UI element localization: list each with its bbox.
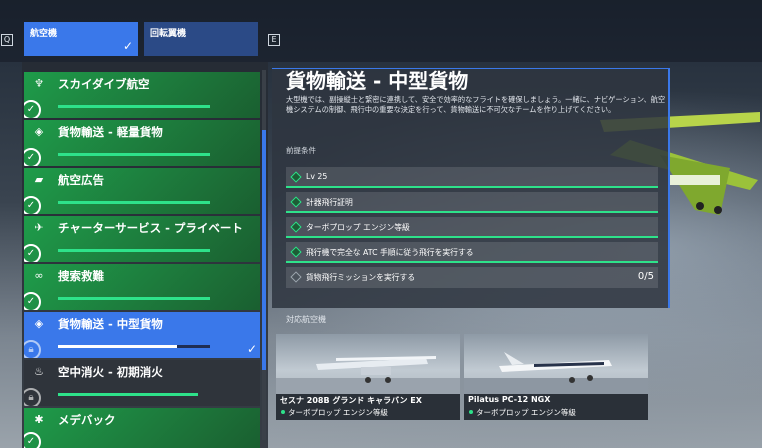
mission-list-scrollbar[interactable] [262, 70, 266, 440]
status-dot-icon [469, 410, 473, 414]
requirement-underline [286, 261, 658, 263]
requirement-underline [286, 211, 658, 213]
requirement-row: Lv 25 [286, 167, 658, 188]
check-circle-icon: ✓ [24, 196, 41, 214]
check-circle-icon: ✓ [24, 292, 41, 310]
aircraft-image [464, 334, 648, 394]
checkmark-icon: ✓ [246, 342, 257, 356]
requirement-text: 計器飛行証明 [306, 198, 353, 207]
mission-item-charter[interactable]: ✈ チャーターサービス - プライベート ✓ [24, 216, 260, 262]
requirement-row: ターボプロップ エンジン等級 [286, 217, 658, 238]
medical-star-icon: ✱ [34, 413, 44, 426]
mission-label: スカイダイブ航空 [58, 77, 150, 91]
progress-bar-fill [58, 345, 177, 348]
mission-label: 捜索救難 [58, 269, 104, 283]
parachute-icon: ♆ [34, 77, 44, 90]
aircraft-tag: ターボプロップ エンジン等級 [476, 408, 576, 417]
requirements-header: 前提条件 [286, 146, 316, 155]
requirement-row: 飛行機で完全な ATC 手順に従う飛行を実行する [286, 242, 658, 263]
mission-item-firefighting[interactable]: ♨ 空中消火 - 初期消火 🔒︎ [24, 360, 260, 406]
tab-rotorcraft[interactable]: 回転翼機 [144, 22, 258, 56]
progress-bar [58, 297, 210, 300]
diamond-icon [290, 271, 302, 283]
requirement-text: Lv 25 [306, 172, 328, 181]
aircraft-illustration [464, 352, 648, 394]
cargo-box-icon: ◈ [34, 125, 44, 138]
prev-tab-hotkey[interactable]: Q [1, 34, 13, 46]
fire-icon: ♨ [34, 365, 44, 378]
banner-icon: ▰ [34, 173, 44, 186]
aircraft-tag: ターボプロップ エンジン等級 [288, 408, 388, 417]
mission-label: チャーターサービス - プライベート [58, 221, 243, 235]
requirement-text: ターボプロップ エンジン等級 [306, 223, 410, 232]
diamond-check-icon [290, 246, 302, 258]
requirement-underline [286, 236, 658, 238]
aircraft-name: セスナ 208B グランド キャラバン EX [280, 396, 422, 405]
cargo-box-icon: ◈ [34, 317, 44, 330]
mission-item-search-rescue[interactable]: ∞ 捜索救難 ✓ [24, 264, 260, 310]
check-circle-icon: ✓ [24, 100, 41, 118]
mission-item-light-cargo[interactable]: ◈ 貨物輸送 - 軽量貨物 ✓ [24, 120, 260, 166]
charter-icon: ✈ [34, 221, 44, 234]
mission-title: 貨物輸送 - 中型貨物 [286, 69, 469, 93]
mission-item-medevac[interactable]: ✱ メデバック ✓ [24, 408, 260, 448]
check-circle-icon: ✓ [24, 244, 41, 262]
scrollbar-thumb[interactable] [262, 130, 266, 370]
aircraft-illustration [276, 356, 460, 394]
mission-label: メデバック [58, 413, 116, 427]
aircraft-header: 対応航空機 [286, 315, 326, 324]
mission-label: 航空広告 [58, 173, 104, 187]
progress-bar [58, 105, 210, 108]
diamond-check-icon [290, 196, 302, 208]
checkmark-icon: ✓ [122, 39, 133, 53]
next-tab-hotkey[interactable]: E [268, 34, 280, 46]
progress-bar [58, 249, 210, 252]
progress-bar [58, 153, 210, 156]
diamond-check-icon [290, 171, 302, 183]
tab-label: 回転翼機 [150, 29, 187, 39]
requirement-underline [286, 186, 658, 188]
tab-airplane[interactable]: 航空機 ✓ [24, 22, 138, 56]
requirement-text: 飛行機で完全な ATC 手順に従う飛行を実行する [306, 248, 474, 257]
mission-label: 貨物輸送 - 軽量貨物 [58, 125, 163, 139]
mission-item-aerial-advertising[interactable]: ▰ 航空広告 ✓ [24, 168, 260, 214]
check-circle-icon: ✓ [24, 148, 41, 166]
mission-label: 空中消火 - 初期消火 [58, 365, 163, 379]
status-dot-icon [281, 410, 285, 414]
requirement-count: 0/5 [637, 271, 654, 282]
mission-item-skydive[interactable]: ♆ スカイダイブ航空 ✓ [24, 72, 260, 118]
requirement-text: 貨物飛行ミッションを実行する [306, 273, 416, 282]
mission-item-medium-cargo[interactable]: ◈ 貨物輸送 - 中型貨物 🔒︎ ✓ [24, 312, 260, 358]
progress-bar [58, 393, 198, 396]
mission-detail-panel: 貨物輸送 - 中型貨物 大型機では、副操縦士と緊密に連携して、安全で効率的なフラ… [272, 68, 670, 308]
mission-label: 貨物輸送 - 中型貨物 [58, 317, 163, 331]
aircraft-image [276, 334, 460, 394]
aircraft-card-pilatus[interactable]: Pilatus PC-12 NGX ターボプロップ エンジン等級 [464, 334, 648, 420]
lock-icon: 🔒︎ [24, 388, 41, 406]
check-circle-icon: ✓ [24, 432, 41, 448]
mission-description: 大型機では、副操縦士と緊密に連携して、安全で効率的なフライトを確保しましょう。一… [286, 95, 666, 114]
lock-icon: 🔒︎ [24, 340, 41, 358]
progress-bar [58, 201, 210, 204]
diamond-check-icon [290, 221, 302, 233]
aircraft-name: Pilatus PC-12 NGX [468, 395, 551, 404]
binoculars-icon: ∞ [34, 269, 44, 282]
aircraft-card-cessna[interactable]: セスナ 208B グランド キャラバン EX ターボプロップ エンジン等級 [276, 334, 460, 420]
requirement-row: 計器飛行証明 [286, 192, 658, 213]
requirement-row: 貨物飛行ミッションを実行する 0/5 [286, 267, 658, 288]
tab-label: 航空機 [30, 29, 58, 39]
